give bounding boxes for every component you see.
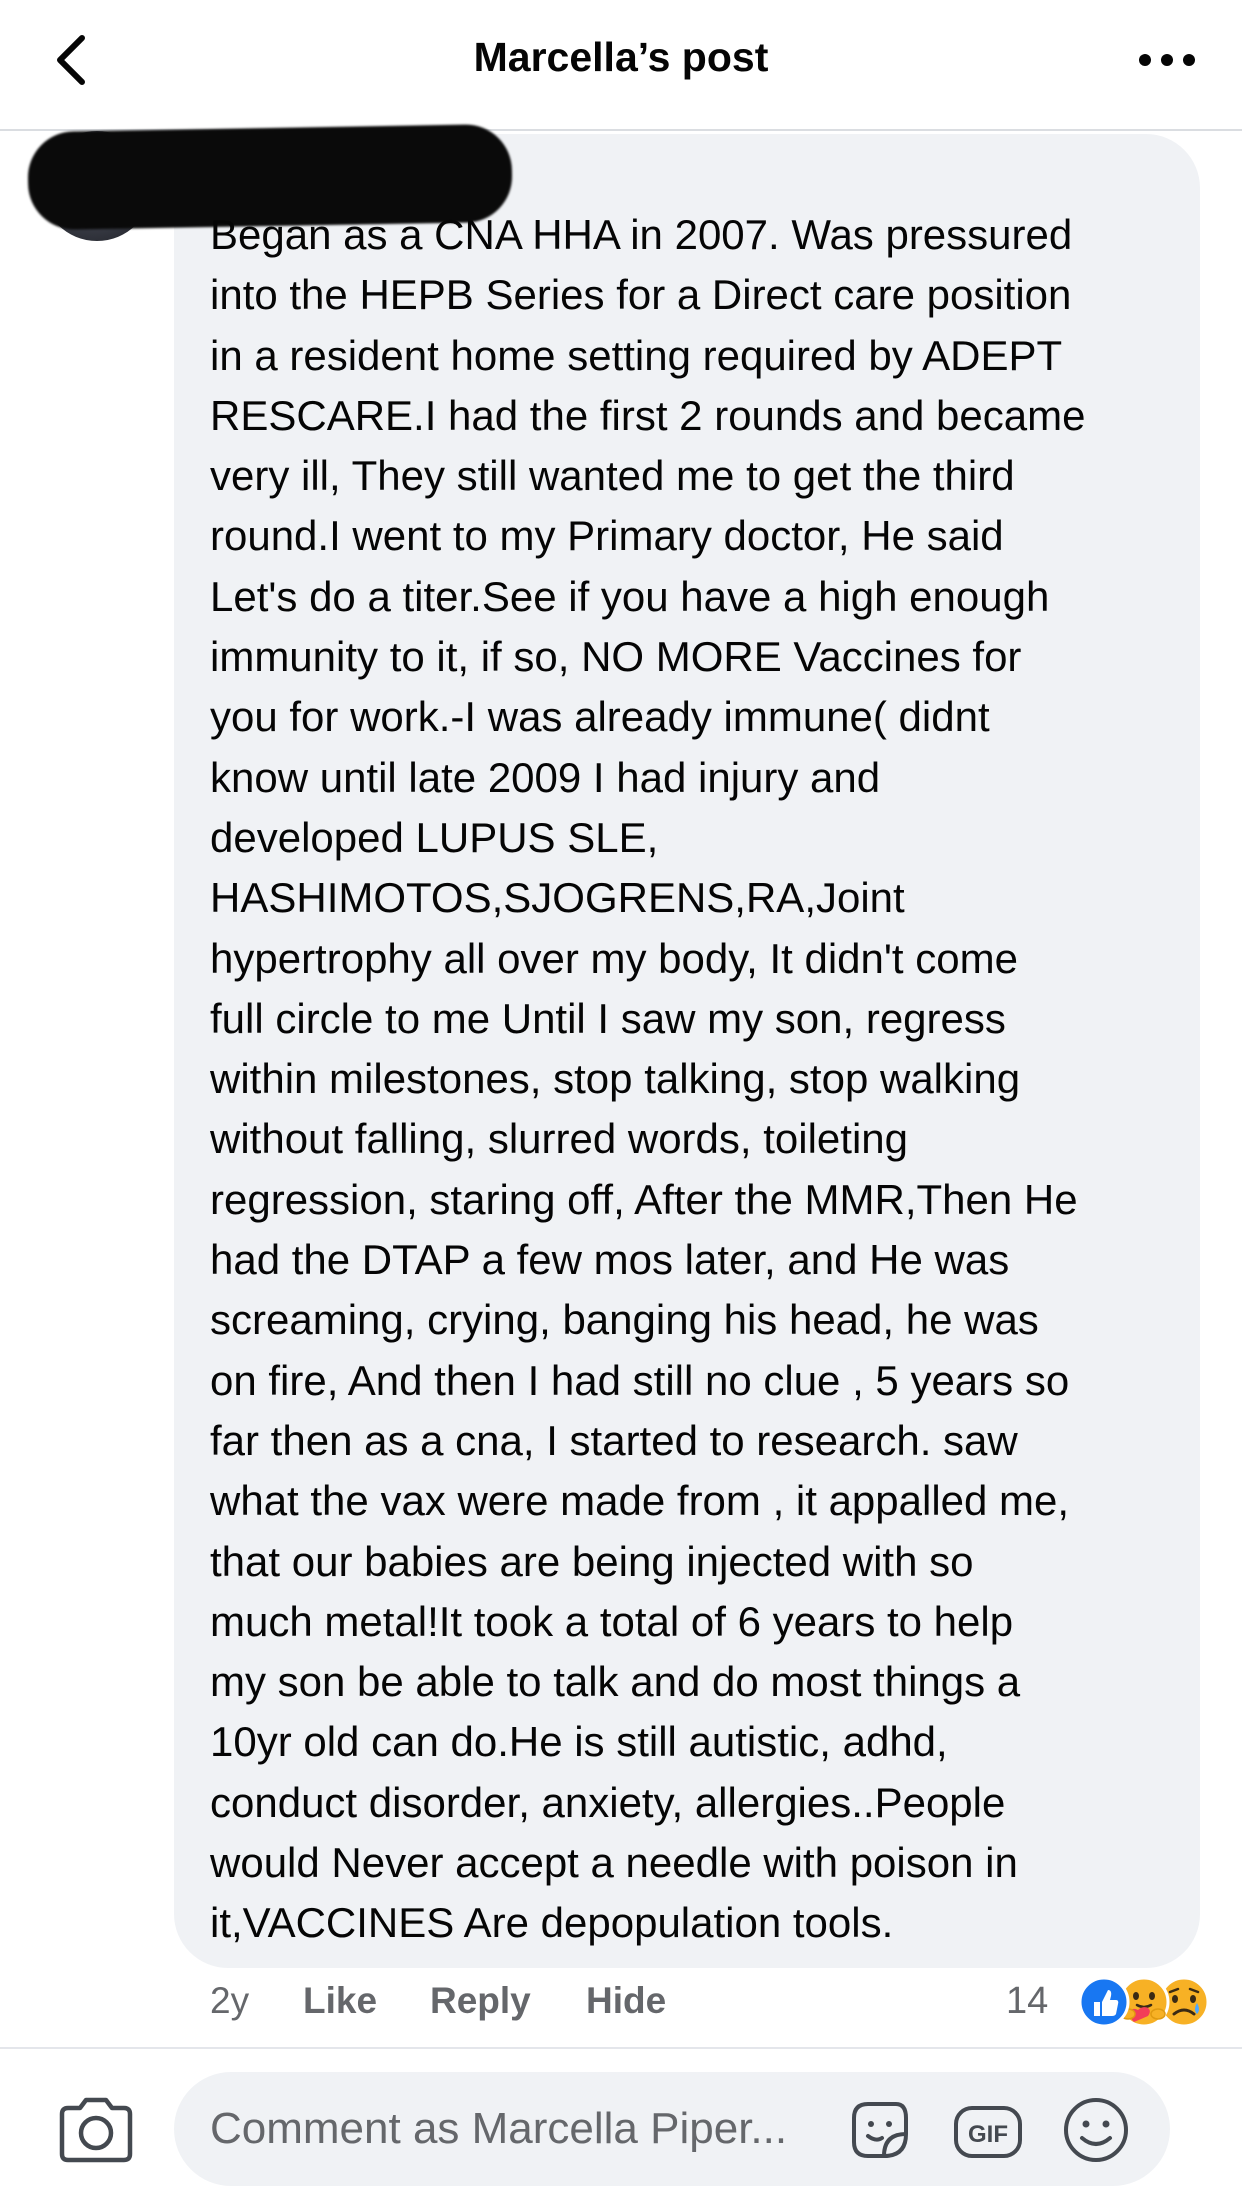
comment-line: into the HEPB Series for a Direct care p… [210, 271, 1072, 319]
comment-line: conduct disorder, anxiety, allergies..Pe… [210, 1778, 1006, 1826]
comment-composer[interactable]: GIF [174, 2072, 1170, 2186]
divider [0, 2047, 1242, 2049]
comment-line: full circle to me Until I saw my son, re… [210, 994, 1006, 1042]
back-button[interactable] [44, 30, 104, 90]
hide-button[interactable]: Hide [586, 1980, 666, 2022]
like-icon [1078, 1976, 1130, 2028]
comment-line: 10yr old can do.He is still autistic, ad… [210, 1718, 948, 1766]
comment-line: you for work.-I was already immune( didn… [210, 693, 990, 741]
comment-line: very ill, They still wanted me to get th… [210, 452, 1015, 500]
gif-button[interactable]: GIF [952, 2102, 1024, 2162]
svg-text:GIF: GIF [968, 2121, 1008, 2148]
comment-line: hypertrophy all over my body, It didn't … [210, 934, 1018, 982]
comment-input[interactable] [210, 2104, 830, 2154]
comment-line: it,VACCINES Are depopulation tools. [210, 1899, 894, 1947]
comment-line: what the vax were made from , it appalle… [210, 1477, 1070, 1525]
comment-line: within milestones, stop talking, stop wa… [210, 1055, 1021, 1103]
like-button[interactable]: Like [303, 1980, 377, 2022]
reply-button[interactable]: Reply [430, 1980, 531, 2022]
comment-line: round.I went to my Primary doctor, He sa… [210, 512, 1004, 560]
camera-icon [59, 2097, 133, 2163]
comment-line: screaming, crying, banging his head, he … [210, 1296, 1039, 1344]
comment-line: my son be able to talk and do most thing… [210, 1658, 1021, 1706]
more-icon [1139, 54, 1195, 66]
comment-line: Let's do a titer.See if you have a high … [210, 572, 1050, 620]
emoji-icon [1064, 2098, 1128, 2162]
camera-button[interactable] [56, 2096, 136, 2166]
comment-line: without falling, slurred words, toiletin… [210, 1115, 909, 1163]
comment-line: had the DTAP a few mos later, and He was [210, 1236, 1010, 1284]
comment-line: in a resident home setting required by A… [210, 331, 1063, 379]
comment-line: on fire, And then I had still no clue , … [210, 1356, 1070, 1404]
reaction-count[interactable]: 14 [1006, 1980, 1048, 2023]
reaction-summary[interactable] [1064, 1972, 1224, 2028]
sticker-button[interactable] [844, 2094, 916, 2166]
comment-line: RESCARE.I had the first 2 rounds and bec… [210, 391, 1086, 439]
comment-body: Began as a CNA HHA in 2007. Was pressure… [210, 205, 1178, 1954]
comment-line: much metal!It took a total of 6 years to… [210, 1597, 1014, 1645]
sticker-icon [852, 2102, 908, 2158]
page-title: Marcella’s post [473, 34, 769, 80]
emoji-button[interactable] [1060, 2094, 1132, 2166]
comment-line: regression, staring off, After the MMR,T… [210, 1175, 1078, 1223]
comment-line: Began as a CNA HHA in 2007. Was pressure… [210, 211, 1073, 258]
comment-timestamp[interactable]: 2y [210, 1980, 249, 2022]
more-options-button[interactable] [1132, 40, 1202, 80]
comment-line: developed LUPUS SLE, [210, 813, 659, 861]
comment-line: that our babies are being injected with … [210, 1537, 974, 1585]
chevron-left-icon [57, 35, 85, 85]
gif-icon: GIF [954, 2106, 1022, 2158]
comment-line: immunity to it, if so, NO MORE Vaccines … [210, 633, 1022, 681]
comment-actions: 2y Like Reply Hide 14 [210, 1976, 1210, 2040]
comment-line: know until late 2009 I had injury and [210, 753, 881, 801]
comment-line: would Never accept a needle with poison … [210, 1839, 1018, 1887]
top-bar: Marcella’s post [0, 0, 1242, 131]
comment-line: far then as a cna, I started to research… [210, 1416, 1018, 1464]
comment-line: HASHIMOTOS,SJOGRENS,RA,Joint [210, 874, 905, 922]
